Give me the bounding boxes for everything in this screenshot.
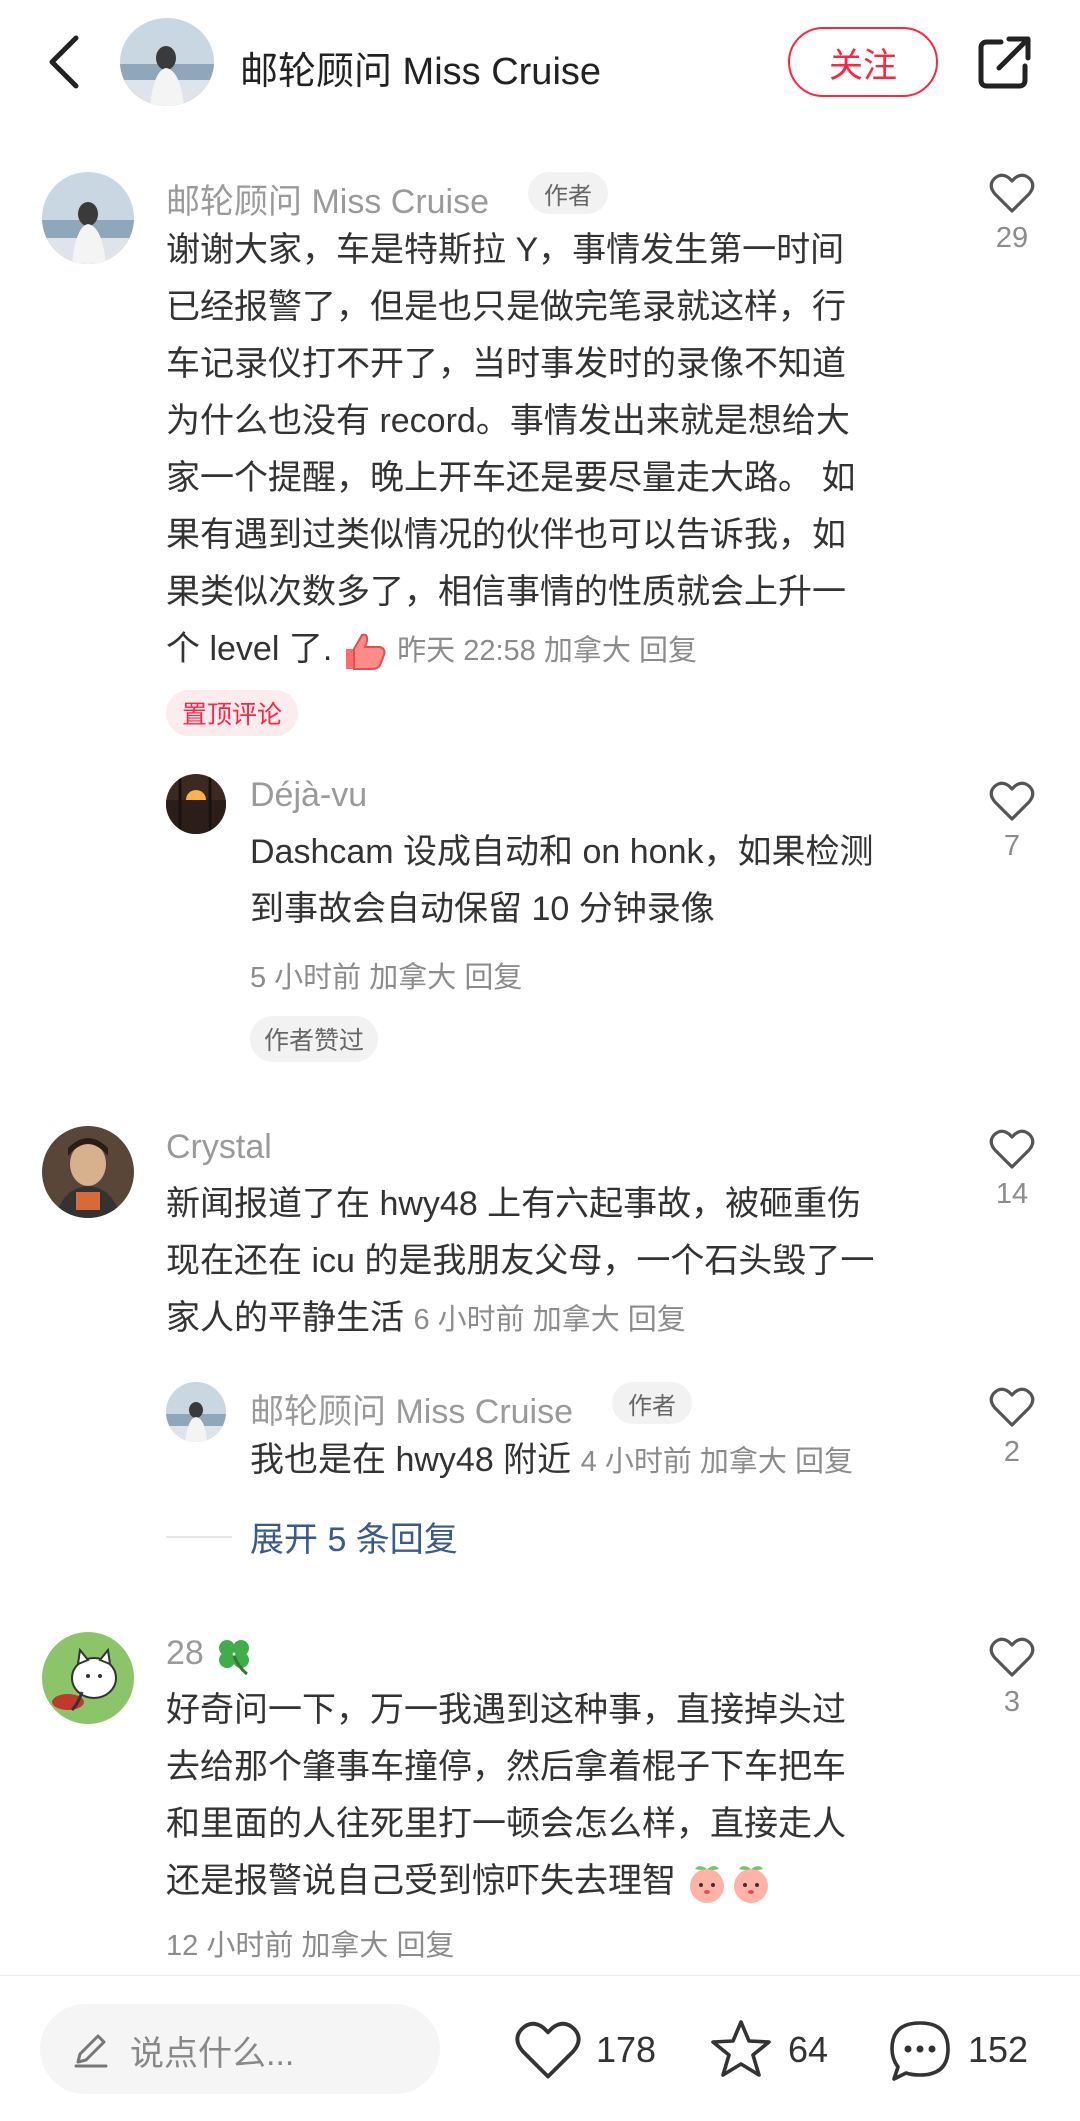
comment-text: 新闻报道了在 hwy48 上有六起事故，被砸重伤 现在还在 icu 的是我朋友父… [166, 1176, 946, 1349]
avatar[interactable] [42, 1632, 134, 1724]
reply-location: 加拿大 [369, 962, 457, 994]
reply-button[interactable]: 回复 [795, 1446, 853, 1478]
share-button[interactable] [975, 34, 1035, 90]
peach-emoji [690, 1866, 725, 1904]
reply-time: 4 小时前 [580, 1446, 692, 1478]
text-line: 新闻报道了在 hwy48 上有六起事故，被砸重伤 [166, 1185, 862, 1223]
heart-icon [989, 1387, 1035, 1427]
comment-text: 好奇问一下，万一我遇到这种事，直接掉头过 去给那个肇事车撞停，然后拿着棍子下车把… [166, 1682, 946, 1910]
reply-text: Dashcam 设成自动和 on honk，如果检测 到事故会自动保留 10 分… [250, 824, 930, 938]
text-line-last: 家人的平静生活 6 小时前 加拿大 回复 [166, 1299, 686, 1337]
reply-meta: 5 小时前 加拿大 回复 [250, 954, 522, 996]
text-line: 好奇问一下，万一我遇到这种事，直接掉头过 [166, 1691, 846, 1729]
comment-author-name[interactable]: Crystal [166, 1128, 272, 1167]
comment-location: 加拿大 [543, 635, 631, 667]
like-button[interactable]: 3 [972, 1636, 1052, 1719]
avatar[interactable] [166, 774, 226, 834]
post-collect-count: 64 [788, 2029, 829, 2070]
text-line: 车记录仪打不开了，当时事发时的录像不知道 [166, 345, 846, 383]
reply-button[interactable]: 回复 [464, 962, 522, 994]
divider [166, 1536, 232, 1538]
reply-author-name[interactable]: Déjà-vu [250, 776, 367, 815]
expand-replies-link[interactable]: 展开 5 条回复 [250, 1512, 458, 1561]
heart-icon [989, 173, 1035, 213]
share-icon [978, 36, 1031, 89]
heart-icon [989, 781, 1035, 821]
like-count: 29 [995, 222, 1029, 254]
reply-button[interactable]: 回复 [639, 635, 697, 667]
chevron-left-icon [49, 35, 79, 89]
star-icon [711, 2020, 771, 2077]
comment-time: 6 小时前 [413, 1304, 525, 1336]
like-button[interactable]: 14 [972, 1128, 1052, 1211]
like-post-button[interactable]: 178 [514, 2012, 656, 2088]
pencil-icon [74, 2034, 108, 2068]
comments-page: 邮轮顾问 Miss Cruise 关注 邮轮顾问 Miss Cruise 作者 … [0, 0, 1080, 2121]
text-line: 果有遇到过类似情况的伙伴也可以告诉我，如 [166, 516, 846, 554]
comment-location: 加拿大 [532, 1304, 620, 1336]
bottom-action-bar: 说点什么... 178 64 152 [0, 1975, 1080, 2121]
post-comment-count: 152 [968, 2029, 1029, 2070]
heart-icon [989, 1637, 1035, 1677]
comment-location: 加拿大 [301, 1930, 389, 1962]
like-button[interactable]: 2 [972, 1386, 1052, 1469]
comment-author-name[interactable]: 28 [166, 1634, 255, 1676]
pinned-badge: 置顶评论 [166, 690, 299, 736]
reply-button[interactable]: 回复 [396, 1930, 454, 1962]
collect-post-button[interactable]: 64 [708, 2012, 828, 2088]
reply-button[interactable]: 回复 [628, 1304, 686, 1336]
text-line: 已经报警了，但是也只是做完笔录就这样，行 [166, 288, 846, 326]
follow-button[interactable]: 关注 [788, 27, 938, 97]
like-count: 3 [1003, 1686, 1021, 1718]
peach-emoji [734, 1866, 769, 1904]
like-button[interactable]: 29 [972, 172, 1052, 255]
author-tag: 作者 [612, 1382, 692, 1424]
text-line: 到事故会自动保留 10 分钟录像 [250, 890, 715, 928]
avatar[interactable] [42, 172, 134, 264]
text-line: 现在还在 icu 的是我朋友父母，一个石头毁了一 [166, 1242, 875, 1280]
four-leaf-clover-emoji [219, 1640, 250, 1676]
author-avatar[interactable] [120, 18, 214, 106]
heart-icon [989, 1129, 1035, 1169]
text-line: 家一个提醒，晚上开车还是要尽量走大路。 如 [166, 459, 856, 497]
author-liked-badge: 作者赞过 [250, 1016, 379, 1062]
text-line-last: 还是报警说自己受到惊吓失去理智 [166, 1853, 946, 1910]
comment-input[interactable]: 说点什么... [40, 2004, 440, 2094]
comment-time: 昨天 22:58 [397, 635, 536, 667]
input-placeholder: 说点什么... [130, 2035, 295, 2073]
comment-meta: 昨天 22:58 加拿大 回复 [397, 635, 697, 667]
comment-time: 12 小时前 [166, 1930, 294, 1962]
text-line-last: 个 level 了. 昨天 22:58 加拿大 回复 [166, 621, 926, 680]
back-button[interactable] [40, 30, 90, 94]
like-count: 14 [995, 1178, 1029, 1210]
page-title: 邮轮顾问 Miss Cruise [240, 51, 602, 93]
text-line: 去给那个肇事车撞停，然后拿着棍子下车把车 [166, 1748, 846, 1786]
comment-text: 谢谢大家，车是特斯拉 Y，事情发生第一时间 已经报警了，但是也只是做完笔录就这样… [166, 222, 926, 680]
text-line: 和里面的人往死里打一顿会怎么样，直接走人 [166, 1805, 846, 1843]
thumbs-up-emoji [345, 633, 386, 671]
avatar[interactable] [42, 1126, 134, 1218]
heart-icon [515, 2021, 581, 2079]
reply-author-name[interactable]: 邮轮顾问 Miss Cruise [250, 1384, 573, 1433]
comment-meta: 6 小时前 加拿大 回复 [413, 1304, 685, 1336]
text-line: 果类似次数多了，相信事情的性质就会上升一 [166, 573, 846, 611]
comment-meta: 12 小时前 加拿大 回复 [166, 1922, 454, 1964]
text-line: 谢谢大家，车是特斯拉 Y，事情发生第一时间 [166, 231, 845, 269]
reply-time: 5 小时前 [250, 962, 362, 994]
text-line: Dashcam 设成自动和 on honk，如果检测 [250, 833, 874, 871]
reply-meta: 4 小时前 加拿大 回复 [581, 1446, 853, 1478]
avatar[interactable] [166, 1382, 226, 1442]
text-line: 为什么也没有 record。事情发出来就是想给大 [166, 402, 850, 440]
comment-author-name[interactable]: 邮轮顾问 Miss Cruise [166, 174, 489, 223]
author-tag: 作者 [528, 172, 608, 214]
like-count: 7 [1003, 830, 1021, 862]
like-button[interactable]: 7 [972, 780, 1052, 863]
post-like-count: 178 [596, 2029, 657, 2070]
header: 邮轮顾问 Miss Cruise 关注 [0, 0, 1080, 130]
reply-text: 我也是在 hwy48 附近 4 小时前 加拿大 回复 [250, 1441, 853, 1479]
reply-location: 加拿大 [699, 1446, 787, 1478]
chat-bubble-icon [890, 2021, 950, 2081]
comment-post-button[interactable]: 152 [886, 2012, 1028, 2088]
like-count: 2 [1003, 1436, 1021, 1468]
